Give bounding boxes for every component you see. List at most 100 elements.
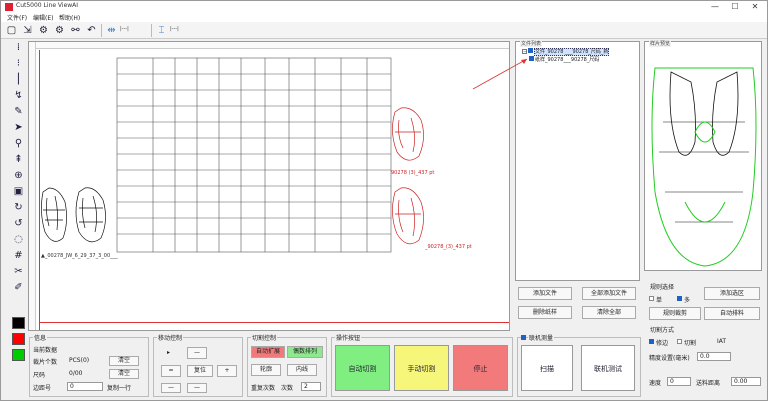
menu-edit[interactable]: 编辑(E) [33, 13, 53, 22]
fit-width-icon[interactable]: ⇹ [105, 24, 118, 37]
nudge-reset-button[interactable]: 复位 [187, 365, 213, 377]
color-swatch-black-2[interactable] [12, 317, 25, 329]
pen-icon[interactable]: ✎ [12, 105, 25, 118]
single-radio[interactable] [649, 296, 654, 301]
toolbar-separator [151, 24, 152, 37]
pointer-icon[interactable]: ➤ [12, 121, 25, 134]
multi-label: 多 [684, 297, 691, 304]
menu-help[interactable]: 帮助(H) [59, 13, 80, 22]
info-count-value: PCS(0) [69, 357, 90, 364]
cut-mode-label: 切割方式 [649, 325, 676, 334]
height-readout: |---| [170, 26, 179, 32]
toolbar: ▢ ⇲ ⚙ ⚙ ⚯ ↶ ⇹ |---| ⌶ |---| [1, 22, 767, 39]
repeat-label: 重复次数 [251, 385, 276, 392]
open-file-icon[interactable]: ⇲ [21, 24, 34, 37]
precision-label: 精度设置(毫米) [649, 355, 690, 362]
run-label: 操作按钮 [335, 333, 362, 342]
circle-icon[interactable]: ◌ [12, 233, 25, 246]
even-arrange-button[interactable]: 偶数排列 [287, 346, 323, 358]
outline-button[interactable]: 轮廓 [251, 364, 281, 376]
count-label: 次数 [281, 385, 294, 392]
add-selection-button[interactable]: 添加选区 [704, 287, 760, 300]
size-clear-button[interactable]: 清空 [109, 369, 139, 379]
lasso-icon[interactable]: ⁝ [12, 57, 25, 70]
mode-c-label: IAT [717, 338, 727, 345]
count-clear-button[interactable]: 清空 [109, 356, 139, 366]
brush-icon[interactable]: ✐ [12, 281, 25, 294]
mode-b-radio[interactable] [677, 339, 682, 344]
scan-button[interactable]: 扫描 [521, 345, 573, 391]
minimize-button[interactable]: — [705, 1, 725, 13]
start-cut-button[interactable]: 自动切割 [335, 345, 390, 391]
settings-icon[interactable]: ⚙ [53, 24, 66, 37]
info-margin-label: 边距号 [33, 385, 52, 392]
grid-icon[interactable]: # [12, 249, 25, 262]
shape-icon[interactable]: ⊕ [12, 169, 25, 182]
file-list-panel: − 文件_90278 ___90278_尺码_新 纸样_90278___90278… [515, 41, 640, 281]
online-test-button[interactable]: 联机测试 [581, 345, 635, 391]
scissors-icon[interactable]: ✂ [12, 265, 25, 278]
stop-button[interactable]: 停止 [453, 345, 508, 391]
file-list-label: 文件列表 [520, 40, 543, 47]
drawing-canvas[interactable]: ▲_00278_JW_6_29_37_3_00___ 90278 (3)_437… [28, 41, 510, 331]
cut-options-label: 规则选择 [649, 282, 676, 291]
nudge-label: 移动控制 [157, 333, 184, 342]
maximize-button[interactable]: ☐ [725, 1, 745, 13]
mode-a-radio[interactable] [649, 339, 654, 344]
annotation-arrow [472, 58, 528, 90]
auto-expand-button[interactable]: 自动扩展 [251, 346, 285, 358]
mode-b-label: 切割 [684, 340, 697, 347]
undo-icon[interactable]: ↶ [85, 24, 98, 37]
info-header: 信息 [33, 333, 48, 342]
rule-cut-button[interactable]: 规则裁剪 [649, 307, 701, 320]
inner-line-button[interactable]: 内线 [287, 364, 317, 376]
link-icon[interactable]: ⚯ [69, 24, 82, 37]
nudge-down-left-button[interactable]: — [161, 383, 181, 393]
feed-input[interactable]: 0.00 [731, 377, 761, 386]
layout-icon[interactable]: ⚙ [37, 24, 50, 37]
close-button[interactable]: ✕ [745, 1, 765, 13]
file-tree-item[interactable]: − 文件_90278 ___90278_尺码_新 [522, 48, 610, 56]
add-all-files-button[interactable]: 全部添加文件 [582, 287, 636, 300]
margin-input[interactable]: 0 [67, 382, 103, 391]
nudge-down-button[interactable]: — [187, 383, 207, 393]
auto-nest-button[interactable]: 自动排料 [704, 307, 760, 320]
multi-radio[interactable] [677, 296, 682, 301]
cut-control-label: 切割控制 [251, 333, 278, 342]
menu-file[interactable]: 文件(F) [7, 13, 27, 22]
new-file-icon[interactable]: ▢ [5, 24, 18, 37]
width-readout: |---| [120, 26, 129, 32]
file-tree-item[interactable]: 纸样_90278___90278_尺码 [528, 56, 599, 63]
rotate-icon[interactable]: ↻ [12, 201, 25, 214]
color-swatch-red[interactable] [12, 333, 25, 345]
red-size-label-2: _90278_(3)_437 pt [425, 244, 472, 250]
color-swatch-green[interactable] [12, 349, 25, 361]
nudge-up-button[interactable]: — [187, 347, 207, 359]
rotate-ccw-icon[interactable]: ↺ [12, 217, 25, 230]
line-icon[interactable]: ⎮ [12, 73, 25, 86]
rect-icon[interactable]: ▣ [12, 185, 25, 198]
speed-label: 速度 [649, 380, 662, 387]
curve-icon[interactable]: ↯ [12, 89, 25, 102]
manual-cut-button[interactable]: 手动切割 [394, 345, 449, 391]
mirror-icon[interactable]: ⇞ [12, 153, 25, 166]
node-icon[interactable]: ⚲ [12, 137, 25, 150]
add-file-button[interactable]: 添加文件 [518, 287, 572, 300]
copy-row-label[interactable]: 复制一行 [107, 383, 131, 392]
app-window: Cut5000 Line ViewAI — ☐ ✕ 文件(F) 编辑(E) 帮助… [0, 0, 768, 401]
speed-input[interactable]: 0 [667, 377, 691, 386]
precision-input[interactable]: 0.0 [697, 352, 731, 361]
cross-icon[interactable]: ⁞ [12, 41, 25, 54]
layout-grid [116, 57, 392, 253]
measure-checkbox[interactable] [521, 335, 526, 340]
nudge-up-left-icon[interactable]: ▸ [167, 349, 170, 356]
fit-height-icon[interactable]: ⌶ [155, 24, 168, 37]
menu-bar: 文件(F) 编辑(E) 帮助(H) [1, 13, 767, 22]
mode-a-label: 修边 [656, 340, 669, 347]
nudge-right-button[interactable]: + [217, 365, 237, 377]
info-current-label: 当前数据 [33, 347, 58, 354]
clear-all-button[interactable]: 清除全部 [582, 306, 636, 319]
nudge-left-button[interactable]: = [161, 365, 181, 377]
repeat-input[interactable]: 2 [301, 382, 321, 391]
delete-piece-button[interactable]: 删除纸样 [518, 306, 572, 319]
